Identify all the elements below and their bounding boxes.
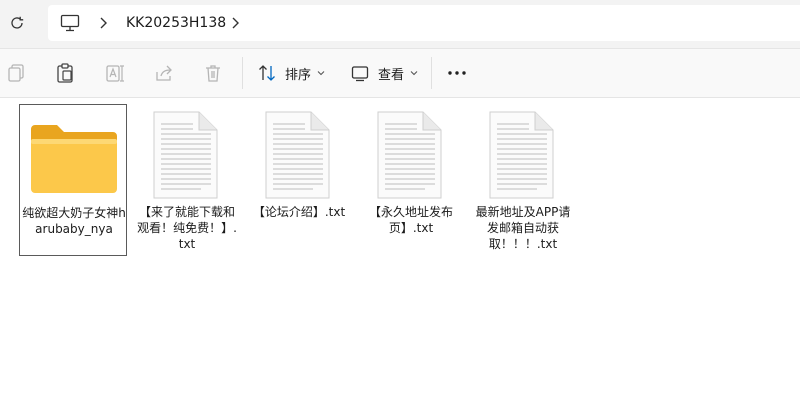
refresh-button[interactable]	[6, 12, 28, 34]
text-file-icon	[265, 111, 330, 199]
toolbar-divider	[242, 57, 243, 89]
view-icon	[351, 66, 369, 82]
computer-icon	[60, 14, 80, 32]
view-label: 查看	[378, 67, 405, 83]
file-item-txt[interactable]: 【永久地址发布页】.txt	[357, 104, 465, 256]
more-icon	[448, 71, 466, 75]
refresh-icon	[11, 16, 24, 29]
sort-button[interactable]: 排序	[256, 61, 325, 85]
share-button[interactable]	[153, 61, 175, 85]
address-bar: KK20253H138	[0, 0, 800, 49]
sort-icon	[259, 65, 275, 81]
text-file-icon	[489, 111, 554, 199]
rename-icon	[106, 65, 124, 82]
chevron-down-icon	[410, 71, 418, 76]
file-name: 【永久地址发布页】.txt	[368, 205, 453, 235]
toolbar-divider	[431, 57, 432, 89]
folder-icon	[31, 125, 117, 193]
rename-button[interactable]	[104, 61, 126, 85]
trash-icon	[206, 65, 220, 82]
chevron-right-icon[interactable]	[230, 16, 240, 30]
file-item-txt[interactable]: 最新地址及APP请发邮箱自动获取！！！.txt	[469, 104, 577, 256]
chevron-right-icon[interactable]	[98, 16, 108, 30]
breadcrumb-current-folder[interactable]: KK20253H138	[126, 14, 226, 32]
command-bar: 排序 查看	[0, 49, 800, 98]
share-icon	[156, 65, 172, 81]
file-item-txt[interactable]: 【论坛介绍】.txt	[245, 104, 353, 256]
sort-label: 排序	[285, 67, 312, 83]
file-name: 最新地址及APP请发邮箱自动获取！！！.txt	[475, 205, 571, 251]
paste-button[interactable]	[54, 61, 76, 85]
delete-button[interactable]	[202, 61, 224, 85]
file-item-folder[interactable]: 纯欲超大奶子女神harubaby_nya	[19, 104, 127, 256]
file-name: 纯欲超大奶子女神harubaby_nya	[22, 206, 126, 236]
more-options-button[interactable]	[446, 61, 468, 85]
chevron-down-icon	[317, 71, 325, 76]
file-name: 【论坛介绍】.txt	[252, 205, 346, 219]
text-file-icon	[377, 111, 442, 199]
file-list: 纯欲超大奶子女神harubaby_nya 【来了就能下载和观看！纯免费！】.tx…	[0, 98, 800, 404]
clipboard-icon	[57, 63, 73, 83]
copy-button[interactable]	[6, 61, 28, 85]
file-name: 【来了就能下载和观看！纯免费！】.txt	[137, 205, 237, 251]
file-item-txt[interactable]: 【来了就能下载和观看！纯免费！】.txt	[133, 104, 241, 256]
view-button[interactable]: 查看	[349, 61, 418, 85]
breadcrumb[interactable]: KK20253H138	[48, 5, 800, 41]
text-file-icon	[153, 111, 218, 199]
copy-icon	[8, 64, 24, 82]
